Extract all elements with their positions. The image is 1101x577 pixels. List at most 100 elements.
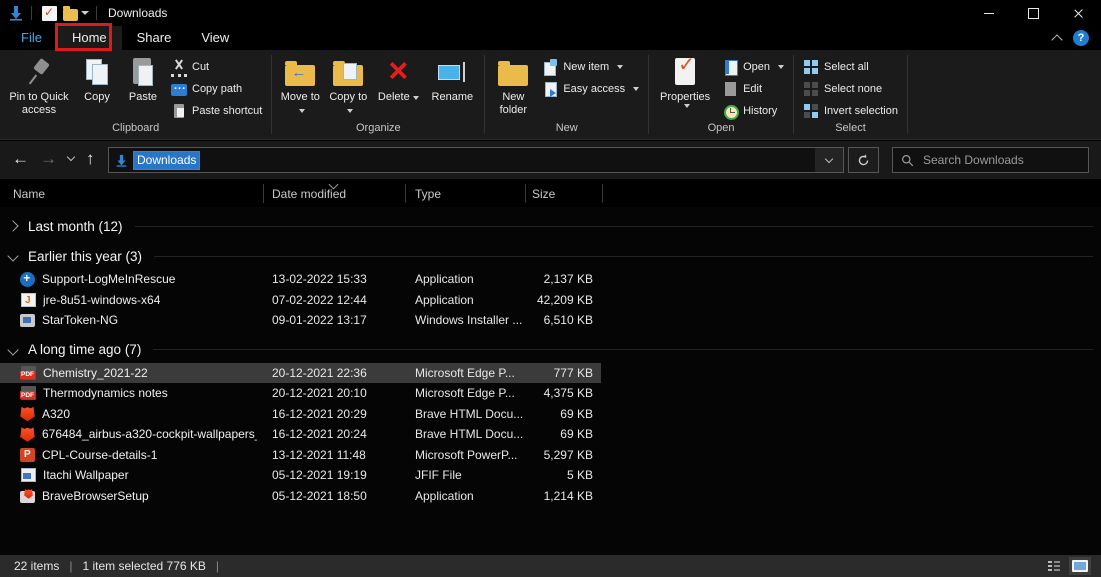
group-label: A long time ago (7) [28,342,142,357]
ribbon-group-clipboard: Pin to Quick access Copy Paste Cut ... C… [0,50,271,139]
file-type-icon [20,490,35,503]
qat-new-folder-icon[interactable] [63,5,78,21]
file-type-icon [20,427,35,442]
file-row[interactable]: Support-LogMeInRescue 13-02-2022 15:33 A… [0,269,601,290]
cut-button[interactable]: Cut [166,56,267,78]
collapse-ribbon-icon[interactable] [1051,34,1063,46]
recent-locations-caret-icon[interactable] [66,152,76,162]
thumbnails-view-button[interactable] [1069,557,1091,575]
copy-path-button[interactable]: Copy path [166,78,267,100]
window-title: Downloads [108,6,168,20]
file-name: Support-LogMeInRescue [42,272,176,287]
file-row[interactable]: CPL-Course-details-1 13-12-2021 11:48 Mi… [0,445,601,466]
group-separator [906,55,908,134]
column-headers: Name Date modified Type Size [0,179,1101,207]
file-row[interactable]: A320 16-12-2021 20:29 Brave HTML Docu...… [0,404,601,425]
file-size: 5,297 KB [543,447,593,462]
cut-label: Cut [192,61,210,73]
up-button[interactable]: ↑ [86,148,95,170]
new-folder-button[interactable]: New folder [489,52,537,117]
column-divider[interactable] [405,184,406,203]
back-button[interactable]: ← [12,148,29,170]
select-all-button[interactable]: Select all [798,56,903,78]
history-button[interactable]: History [717,100,789,122]
close-button[interactable] [1056,0,1101,26]
file-name: 676484_airbus-a320-cockpit-wallpapers_..… [42,427,257,442]
tab-share[interactable]: Share [122,26,187,50]
search-input[interactable] [921,152,1065,168]
details-view-button[interactable] [1043,557,1065,575]
column-divider[interactable] [525,184,526,203]
file-type-icon [21,292,36,307]
column-divider[interactable] [263,184,264,203]
file-type: Application [415,272,474,287]
file-name: jre-8u51-windows-x64 [43,292,161,307]
column-divider[interactable] [602,184,603,203]
group-header-a-long-time-ago[interactable]: A long time ago (7) [0,339,1101,361]
address-text-selected[interactable]: Downloads [133,150,201,170]
invert-selection-button[interactable]: Invert selection [798,100,903,122]
pin-to-quick-access-button[interactable]: Pin to Quick access [4,52,74,117]
file-row[interactable]: Itachi Wallpaper 05-12-2021 19:19 JFIF F… [0,465,601,486]
file-row[interactable]: Thermodynamics notes 20-12-2021 20:10 Mi… [0,383,601,404]
select-all-label: Select all [824,61,869,73]
rename-button[interactable]: Rename [424,52,480,104]
file-size: 5 KB [566,468,593,483]
file-row[interactable]: StarToken-NG 09-01-2022 13:17 Windows In… [0,310,601,331]
column-size[interactable]: Size [532,187,555,201]
file-row[interactable]: jre-8u51-windows-x64 07-02-2022 12:44 Ap… [0,290,601,311]
file-name: Itachi Wallpaper [43,468,129,483]
qat-properties-icon[interactable] [42,5,57,21]
edit-button[interactable]: Edit [717,78,789,100]
search-box[interactable] [892,147,1089,173]
paste-button[interactable]: Paste [120,52,166,104]
easy-access-button[interactable]: Easy access [537,78,644,100]
maximize-button[interactable] [1011,0,1056,26]
refresh-button[interactable] [848,147,879,173]
minimize-button[interactable] [966,0,1011,26]
file-name: A320 [42,406,71,421]
file-size: 42,209 KB [536,292,593,307]
paste-shortcut-icon [171,103,187,119]
paste-shortcut-button[interactable]: Paste shortcut [166,100,267,122]
tab-view[interactable]: View [186,26,244,50]
tab-file[interactable]: File [6,26,57,50]
column-date-modified[interactable]: Date modified [272,187,346,201]
chevron-down-icon [7,250,19,262]
column-type[interactable]: Type [415,187,441,201]
help-icon[interactable]: ? [1073,30,1089,46]
rename-icon [436,56,468,88]
paste-icon [127,56,159,88]
copy-button[interactable]: Copy [74,52,120,104]
select-group-label: Select [835,122,866,134]
file-type: Application [415,292,474,307]
items-count: 22 items [14,559,60,573]
file-row[interactable]: BraveBrowserSetup 05-12-2021 18:50 Appli… [0,486,601,507]
new-item-button[interactable]: New item [537,56,644,78]
file-type: Application [415,488,474,503]
select-none-button[interactable]: Select none [798,78,903,100]
address-dropdown-button[interactable] [815,148,843,172]
file-date: 13-02-2022 15:33 [272,272,367,287]
chevron-down-icon [824,154,834,164]
properties-button[interactable]: Properties [653,52,717,108]
column-name[interactable]: Name [13,187,45,201]
move-to-button[interactable]: Move to [276,52,324,117]
copy-to-button[interactable]: Copy to [324,52,372,117]
file-name: BraveBrowserSetup [42,488,149,503]
address-bar[interactable]: Downloads [108,147,844,173]
forward-button[interactable]: → [40,148,57,170]
titlebar: Downloads [0,0,1101,26]
tab-home[interactable]: Home [56,26,122,50]
file-row-selected[interactable]: Chemistry_2021-22 20-12-2021 22:36 Micro… [0,362,601,383]
file-date: 07-02-2022 12:44 [272,292,367,307]
file-row[interactable]: 676484_airbus-a320-cockpit-wallpapers_..… [0,424,601,445]
group-header-last-month[interactable]: Last month (12) [0,215,1101,237]
open-button[interactable]: Open [717,56,789,78]
file-date: 20-12-2021 22:36 [272,365,367,380]
search-icon [902,154,914,166]
delete-button[interactable]: × Delete [372,52,424,104]
group-header-earlier-this-year[interactable]: Earlier this year (3) [0,245,1101,267]
file-name: Chemistry_2021-22 [43,365,148,380]
qat-customize-caret-icon[interactable] [81,11,89,15]
